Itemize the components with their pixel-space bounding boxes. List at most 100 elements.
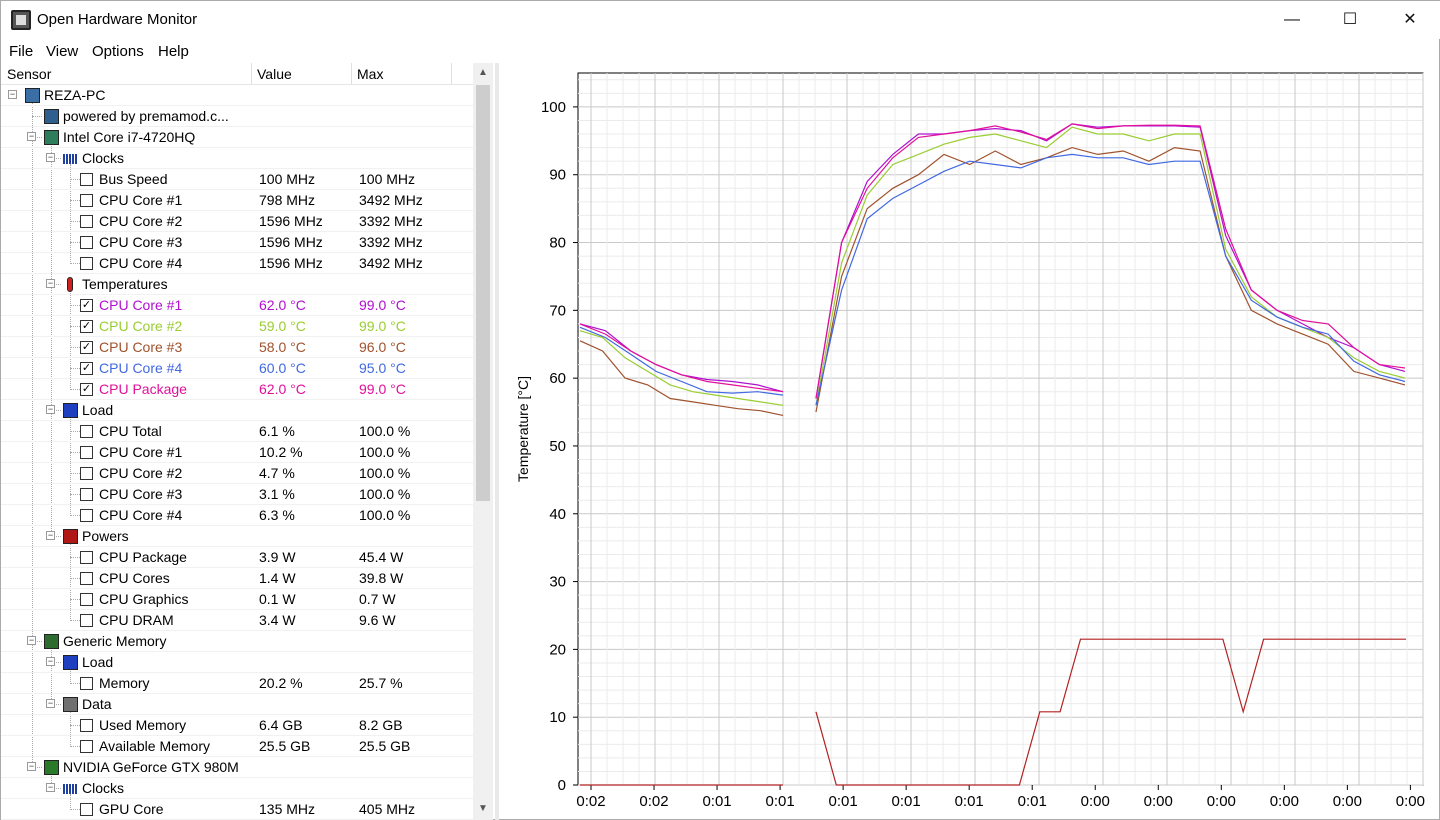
sensor-checkbox[interactable] bbox=[80, 614, 93, 627]
sensor-checkbox[interactable] bbox=[80, 467, 93, 480]
sensor-checkbox[interactable] bbox=[80, 509, 93, 522]
tree-node[interactable]: − Generic Memory bbox=[1, 631, 473, 652]
menu-file[interactable]: File bbox=[9, 43, 33, 60]
sensor-checkbox[interactable] bbox=[80, 572, 93, 585]
collapse-toggle-icon[interactable]: − bbox=[27, 132, 36, 141]
collapse-toggle-icon[interactable]: − bbox=[46, 699, 55, 708]
gpu-icon bbox=[44, 760, 59, 775]
sensor-row[interactable]: CPU Core #4 1596 MHz 3492 MHz bbox=[1, 253, 473, 274]
sensor-row[interactable]: CPU Core #3 3.1 % 100.0 % bbox=[1, 484, 473, 505]
tree-node[interactable]: − Data bbox=[1, 694, 473, 715]
sensor-checkbox[interactable]: ✓ bbox=[80, 341, 93, 354]
close-button[interactable]: ✕ bbox=[1381, 1, 1439, 39]
sensor-row[interactable]: GPU Core 135 MHz 405 MHz bbox=[1, 799, 473, 820]
sensor-checkbox[interactable] bbox=[80, 740, 93, 753]
tree-node[interactable]: − Clocks bbox=[1, 778, 473, 799]
collapse-toggle-icon[interactable]: − bbox=[46, 153, 55, 162]
collapse-toggle-icon[interactable]: − bbox=[46, 279, 55, 288]
scroll-up-arrow-icon[interactable]: ▲ bbox=[473, 63, 493, 83]
sensor-checkbox[interactable] bbox=[80, 593, 93, 606]
sensor-checkbox[interactable] bbox=[80, 446, 93, 459]
sensor-checkbox[interactable] bbox=[80, 194, 93, 207]
sensor-checkbox[interactable] bbox=[80, 803, 93, 816]
sensor-row[interactable]: CPU Graphics 0.1 W 0.7 W bbox=[1, 589, 473, 610]
thermometer-icon bbox=[67, 277, 73, 292]
tree-node[interactable]: − NVIDIA GeForce GTX 980M bbox=[1, 757, 473, 778]
sensor-row[interactable]: ✓ CPU Core #1 62.0 °C 99.0 °C bbox=[1, 295, 473, 316]
sensor-row[interactable]: CPU Core #2 4.7 % 100.0 % bbox=[1, 463, 473, 484]
tree-node[interactable]: − Clocks bbox=[1, 148, 473, 169]
x-tick-label: 0:01 bbox=[892, 793, 921, 810]
sensor-row[interactable]: CPU Total 6.1 % 100.0 % bbox=[1, 421, 473, 442]
collapse-toggle-icon[interactable]: − bbox=[27, 762, 36, 771]
sensor-row[interactable]: CPU Core #1 10.2 % 100.0 % bbox=[1, 442, 473, 463]
sensor-row[interactable]: Bus Speed 100 MHz 100 MHz bbox=[1, 169, 473, 190]
tree-node[interactable]: − Temperatures bbox=[1, 274, 473, 295]
sensor-checkbox[interactable]: ✓ bbox=[80, 320, 93, 333]
scroll-down-arrow-icon[interactable]: ▼ bbox=[473, 799, 493, 819]
collapse-toggle-icon[interactable]: − bbox=[46, 531, 55, 540]
sensor-checkbox[interactable] bbox=[80, 488, 93, 501]
sensor-checkbox[interactable] bbox=[80, 173, 93, 186]
panel-splitter[interactable] bbox=[495, 63, 499, 820]
sensor-row[interactable]: Used Memory 6.4 GB 8.2 GB bbox=[1, 715, 473, 736]
tree-node[interactable]: − REZA-PC bbox=[1, 85, 473, 106]
sensor-row[interactable]: ✓ CPU Package 62.0 °C 99.0 °C bbox=[1, 379, 473, 400]
collapse-toggle-icon[interactable]: − bbox=[46, 783, 55, 792]
sensor-checkbox[interactable] bbox=[80, 719, 93, 732]
sensor-row[interactable]: CPU Core #3 1596 MHz 3392 MHz bbox=[1, 232, 473, 253]
sensor-value: 62.0 °C bbox=[259, 381, 306, 397]
sensor-checkbox[interactable] bbox=[80, 257, 93, 270]
sensor-checkbox[interactable] bbox=[80, 677, 93, 690]
sensor-label: CPU Core #3 bbox=[99, 339, 183, 355]
tree-node[interactable]: − Load bbox=[1, 652, 473, 673]
tree-scrollbar[interactable]: ▲ ▼ bbox=[473, 63, 493, 820]
sensor-checkbox[interactable] bbox=[80, 215, 93, 228]
sensor-checkbox[interactable] bbox=[80, 425, 93, 438]
sensor-row[interactable]: CPU DRAM 3.4 W 9.6 W bbox=[1, 610, 473, 631]
collapse-toggle-icon[interactable]: − bbox=[27, 636, 36, 645]
sensor-checkbox[interactable]: ✓ bbox=[80, 383, 93, 396]
menu-bar: File View Options Help bbox=[1, 41, 1440, 63]
collapse-toggle-icon[interactable]: − bbox=[46, 657, 55, 666]
tree-guide-line bbox=[70, 725, 80, 726]
tree-node[interactable]: powered by premamod.c... bbox=[1, 106, 473, 127]
collapse-toggle-icon[interactable]: − bbox=[8, 90, 17, 99]
sensor-row[interactable]: ✓ CPU Core #4 60.0 °C 95.0 °C bbox=[1, 358, 473, 379]
sensor-row[interactable]: CPU Core #4 6.3 % 100.0 % bbox=[1, 505, 473, 526]
sensor-row[interactable]: Available Memory 25.5 GB 25.5 GB bbox=[1, 736, 473, 757]
sensor-value: 59.0 °C bbox=[259, 318, 306, 334]
tree-guide-line bbox=[70, 809, 80, 810]
column-separator[interactable] bbox=[251, 63, 252, 85]
sensor-row[interactable]: ✓ CPU Core #3 58.0 °C 96.0 °C bbox=[1, 337, 473, 358]
sensor-checkbox[interactable] bbox=[80, 236, 93, 249]
tree-node[interactable]: − Load bbox=[1, 400, 473, 421]
y-tick-label: 20 bbox=[549, 641, 566, 658]
tree-node[interactable]: − Intel Core i7-4720HQ bbox=[1, 127, 473, 148]
minimize-button[interactable]: — bbox=[1263, 1, 1321, 39]
maximize-button[interactable]: ☐ bbox=[1321, 1, 1379, 39]
column-sensor[interactable]: Sensor bbox=[7, 66, 51, 82]
sensor-row[interactable]: ✓ CPU Core #2 59.0 °C 99.0 °C bbox=[1, 316, 473, 337]
column-value[interactable]: Value bbox=[257, 66, 292, 82]
sensor-row[interactable]: CPU Core #2 1596 MHz 3392 MHz bbox=[1, 211, 473, 232]
column-separator[interactable] bbox=[451, 63, 452, 85]
menu-view[interactable]: View bbox=[46, 43, 78, 60]
sensor-tree: − REZA-PC powered by premamod.c... − Intel C… bbox=[1, 85, 473, 820]
menu-help[interactable]: Help bbox=[158, 43, 189, 60]
tree-node[interactable]: − Powers bbox=[1, 526, 473, 547]
sensor-checkbox[interactable] bbox=[80, 551, 93, 564]
sensor-checkbox[interactable]: ✓ bbox=[80, 299, 93, 312]
sensor-checkbox[interactable]: ✓ bbox=[80, 362, 93, 375]
sensor-row[interactable]: CPU Core #1 798 MHz 3492 MHz bbox=[1, 190, 473, 211]
sensor-row[interactable]: CPU Package 3.9 W 45.4 W bbox=[1, 547, 473, 568]
tree-guide-line bbox=[70, 683, 80, 684]
column-max[interactable]: Max bbox=[357, 66, 383, 82]
collapse-toggle-icon[interactable]: − bbox=[46, 405, 55, 414]
sensor-row[interactable]: Memory 20.2 % 25.7 % bbox=[1, 673, 473, 694]
x-tick-label: 0:00 bbox=[1396, 793, 1425, 810]
column-separator[interactable] bbox=[351, 63, 352, 85]
scroll-thumb[interactable] bbox=[476, 85, 490, 501]
sensor-row[interactable]: CPU Cores 1.4 W 39.8 W bbox=[1, 568, 473, 589]
menu-options[interactable]: Options bbox=[92, 43, 144, 60]
